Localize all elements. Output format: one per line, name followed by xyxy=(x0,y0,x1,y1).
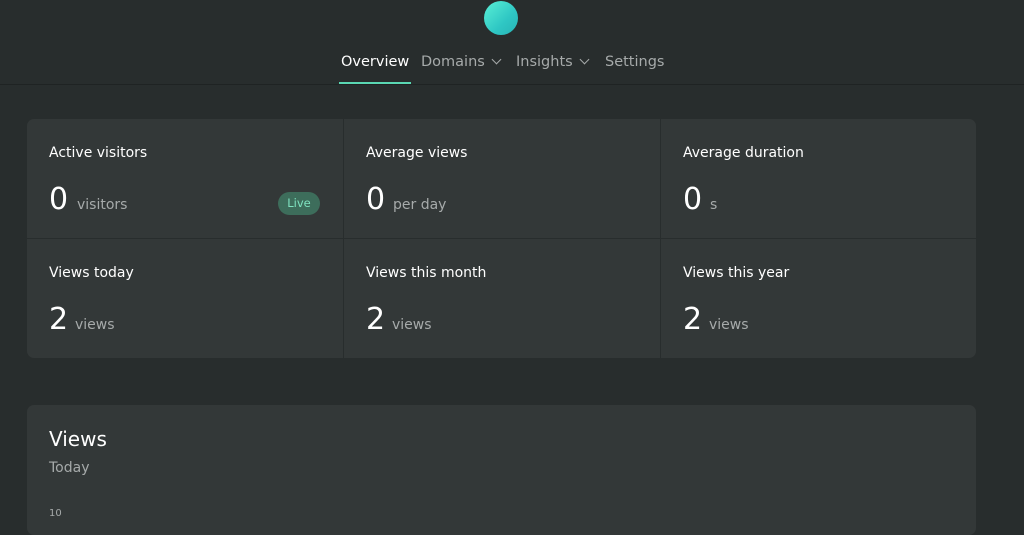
stat-value: 0 xyxy=(683,182,703,217)
tab-insights[interactable]: Insights xyxy=(516,52,590,84)
stat-average-views: Average views 0 per day xyxy=(344,119,660,238)
tab-domains[interactable]: Domains xyxy=(421,52,502,84)
stat-title: Average duration xyxy=(683,145,804,161)
views-chart-card: Views Today 10 xyxy=(27,405,976,535)
chart-title: Views xyxy=(49,427,107,451)
stat-average-duration: Average duration 0 s xyxy=(661,119,976,238)
stats-card: Active visitors 0 visitors Live Average … xyxy=(27,119,976,358)
stat-unit: views xyxy=(392,317,432,333)
stat-unit: views xyxy=(709,317,749,333)
stat-unit: s xyxy=(710,197,718,213)
stat-unit: views xyxy=(75,317,115,333)
tab-settings[interactable]: Settings xyxy=(605,52,664,84)
top-header: Overview Domains Insights Settings xyxy=(0,0,1024,85)
tab-settings-label: Settings xyxy=(605,54,665,70)
stat-views-this-year: Views this year 2 views xyxy=(661,239,976,358)
app-logo[interactable] xyxy=(484,1,518,35)
stat-title: Views today xyxy=(49,265,134,281)
tab-domains-label: Domains xyxy=(421,54,485,70)
chevron-down-icon xyxy=(491,54,502,65)
main-nav: Overview Domains Insights Settings xyxy=(0,52,1024,84)
stat-title: Average views xyxy=(366,145,468,161)
stat-value: 0 xyxy=(366,182,386,217)
stat-unit: visitors xyxy=(77,197,128,213)
chart-subtitle: Today xyxy=(49,460,90,476)
stat-active-visitors: Active visitors 0 visitors Live xyxy=(27,119,343,238)
tab-overview-label: Overview xyxy=(341,54,410,70)
tab-insights-label: Insights xyxy=(516,54,573,70)
stat-unit: per day xyxy=(393,197,447,213)
stat-title: Active visitors xyxy=(49,145,148,161)
chevron-down-icon xyxy=(579,54,590,65)
stat-value: 2 xyxy=(366,302,386,337)
stat-title: Views this month xyxy=(366,265,487,281)
stat-title: Views this year xyxy=(683,265,790,281)
stat-value: 2 xyxy=(49,302,69,337)
stat-value: 2 xyxy=(683,302,703,337)
live-badge: Live xyxy=(278,192,320,215)
stat-views-this-month: Views this month 2 views xyxy=(344,239,660,358)
stat-views-today: Views today 2 views xyxy=(27,239,343,358)
tab-overview[interactable]: Overview xyxy=(338,52,412,84)
stat-value: 0 xyxy=(49,182,69,217)
